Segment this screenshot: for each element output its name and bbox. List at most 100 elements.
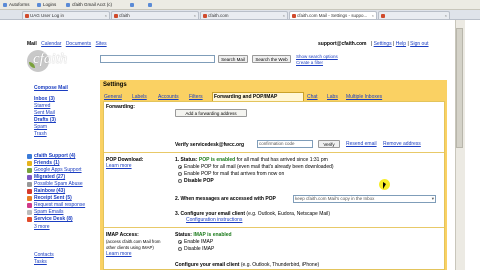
favicon-icon [381, 14, 385, 18]
pop-status-value: POP is enabled [198, 157, 236, 163]
pop-from-now-radio[interactable] [178, 172, 182, 176]
bookmark-item[interactable]: Autoforms [3, 1, 30, 8]
sidebar-label-cfaith-support[interactable]: cfaith Support (4) [34, 153, 75, 159]
favicon-icon [203, 14, 207, 18]
label-color-swatch [27, 217, 32, 222]
settings-link[interactable]: Settings [374, 41, 392, 47]
settings-content [103, 101, 445, 270]
nav-mail[interactable]: Mail [27, 41, 37, 47]
enable-imap-radio[interactable] [178, 240, 182, 244]
close-icon[interactable]: × [283, 12, 285, 20]
top-nav-right: support@cfaith.com | Settings | Help | S… [318, 41, 429, 47]
remove-address-link[interactable]: Remove address [383, 141, 421, 147]
sidebar-label-possible-spam[interactable]: Possible Spam Abuse [34, 181, 83, 187]
bookmark-item[interactable]: cfaith Gmail Acct (c) [66, 1, 112, 8]
sign-out-link[interactable]: Sign out [410, 41, 428, 47]
label-color-swatch [27, 189, 32, 194]
pop-action-select[interactable]: keep cfaith.com Mail's copy in the Inbox… [293, 195, 436, 203]
verify-button[interactable]: Verify [318, 140, 340, 148]
search-web-button[interactable]: Search the Web [252, 55, 291, 63]
confirmation-code-input[interactable]: confirmation code [257, 140, 313, 148]
sidebar-label-receipt-sent[interactable]: Receipt Sent (5) [34, 195, 72, 201]
imap-configure-client: Configure your email client (e.g. Outloo… [175, 262, 320, 268]
tab-multiple-inboxes[interactable]: Multiple Inboxes [346, 94, 382, 100]
close-icon[interactable]: × [194, 12, 196, 20]
tab-accounts[interactable]: Accounts [158, 94, 179, 100]
sidebar-item-inbox[interactable]: Inbox (3) [34, 96, 55, 102]
show-search-options-link[interactable]: Show search options [296, 54, 338, 59]
sidebar-label-service-desk[interactable]: Service Desk (8) [34, 216, 73, 222]
sidebar-item-spam[interactable]: Spam [34, 124, 47, 130]
compose-mail-link[interactable]: Compose Mail [34, 85, 68, 91]
pop-config-instructions-link[interactable]: Configuration instructions [186, 217, 242, 223]
tab-labs[interactable]: Labs [327, 94, 338, 100]
imap-option-label: Disable IMAP [184, 246, 215, 252]
imap-learn-more-link[interactable]: Learn more [106, 251, 132, 257]
help-link[interactable]: Help [396, 41, 406, 47]
section-divider [104, 227, 444, 228]
label-color-swatch [27, 210, 32, 215]
pop-status: 1. Status: POP is enabled for all mail t… [175, 157, 328, 163]
bookmark-item[interactable] [130, 1, 136, 8]
search-input[interactable] [100, 55, 215, 63]
scrollbar-thumb[interactable] [456, 28, 463, 148]
pop-option-label: Enable POP for all mail (even mail that'… [184, 164, 334, 170]
sidebar-item-sent[interactable]: Sent Mail [34, 110, 55, 116]
sidebar-label-rainbow[interactable]: Rainbow (43) [34, 188, 65, 194]
sidebar-label-spam-emails[interactable]: Spam Emails [34, 209, 63, 215]
cursor-arrow-icon [383, 182, 386, 189]
tab-filters[interactable]: Filters [189, 94, 203, 100]
imap-status: Status: IMAP is enabled [175, 232, 232, 238]
disable-pop-radio[interactable] [178, 179, 182, 183]
tab-labels[interactable]: Labels [132, 94, 147, 100]
imap-status-value: IMAP is enabled [193, 232, 232, 238]
close-icon[interactable]: × [372, 12, 374, 20]
bookmark-item[interactable] [148, 1, 154, 8]
account-email: support@cfaith.com [318, 41, 367, 47]
add-forwarding-address-button[interactable]: Add a forwarding address [175, 109, 247, 117]
logo-text: cfaith [33, 51, 68, 67]
pop-learn-more-link[interactable]: Learn more [106, 163, 132, 169]
disable-imap-radio[interactable] [178, 247, 182, 251]
browser-tab[interactable]: cfaith.com × [200, 11, 288, 19]
pop-option-label: Enable POP for mail that arrives from no… [184, 171, 285, 177]
sidebar-label-migrated[interactable]: Migrated (27) [34, 174, 65, 180]
browser-tab-active[interactable]: cfaith.com Mail - Settings - suppo... × [289, 11, 377, 19]
sidebar-label-request-mail[interactable]: Request mail response [34, 202, 85, 208]
sidebar-more-labels[interactable]: 3 more [34, 224, 50, 230]
sidebar-tasks[interactable]: Tasks [34, 259, 47, 265]
create-filter-link[interactable]: Create a filter [296, 60, 323, 65]
tab-chat[interactable]: Chat [307, 94, 318, 100]
browser-tab[interactable]: cfaith × [111, 11, 199, 19]
search-mail-button[interactable]: Search Mail [218, 55, 248, 63]
nav-documents[interactable]: Documents [66, 41, 91, 47]
chevron-down-icon: ▾ [431, 196, 434, 201]
pop-all-mail-radio[interactable] [178, 165, 182, 169]
close-icon[interactable]: × [105, 12, 107, 20]
sidebar-label-friends[interactable]: Friends (1) [34, 160, 60, 166]
tab-general[interactable]: General [104, 94, 122, 100]
bookmark-icon [37, 2, 41, 7]
close-icon[interactable]: × [445, 12, 447, 20]
bookmark-item[interactable]: Logins [37, 1, 56, 8]
logo[interactable]: cfaith [27, 50, 73, 72]
sidebar-item-trash[interactable]: Trash [34, 131, 47, 137]
bookmark-icon [3, 2, 7, 7]
nav-calendar[interactable]: Calendar [41, 41, 61, 47]
tab-forwarding-pop-imap[interactable]: Forwarding and POP/IMAP [214, 94, 277, 100]
forwarding-label: Forwarding: [106, 104, 135, 110]
sidebar-item-drafts[interactable]: Drafts (3) [34, 117, 56, 123]
nav-sites[interactable]: Sites [96, 41, 107, 47]
favicon-icon [25, 14, 29, 18]
pop-access-question: 2. When messages are accessed with POP [175, 196, 276, 202]
sidebar-item-starred[interactable]: Starred [34, 103, 50, 109]
bookmark-icon [130, 2, 134, 7]
browser-tab[interactable]: × [378, 11, 450, 19]
label-color-swatch [27, 168, 32, 173]
sidebar-label-google-apps[interactable]: Google Apps Support [34, 167, 82, 173]
label-color-swatch [27, 203, 32, 208]
resend-email-link[interactable]: Resend email [346, 141, 377, 147]
browser-tab[interactable]: UAG User Log in × [22, 11, 110, 19]
sidebar-contacts[interactable]: Contacts [34, 252, 54, 258]
label-color-swatch [27, 196, 32, 201]
